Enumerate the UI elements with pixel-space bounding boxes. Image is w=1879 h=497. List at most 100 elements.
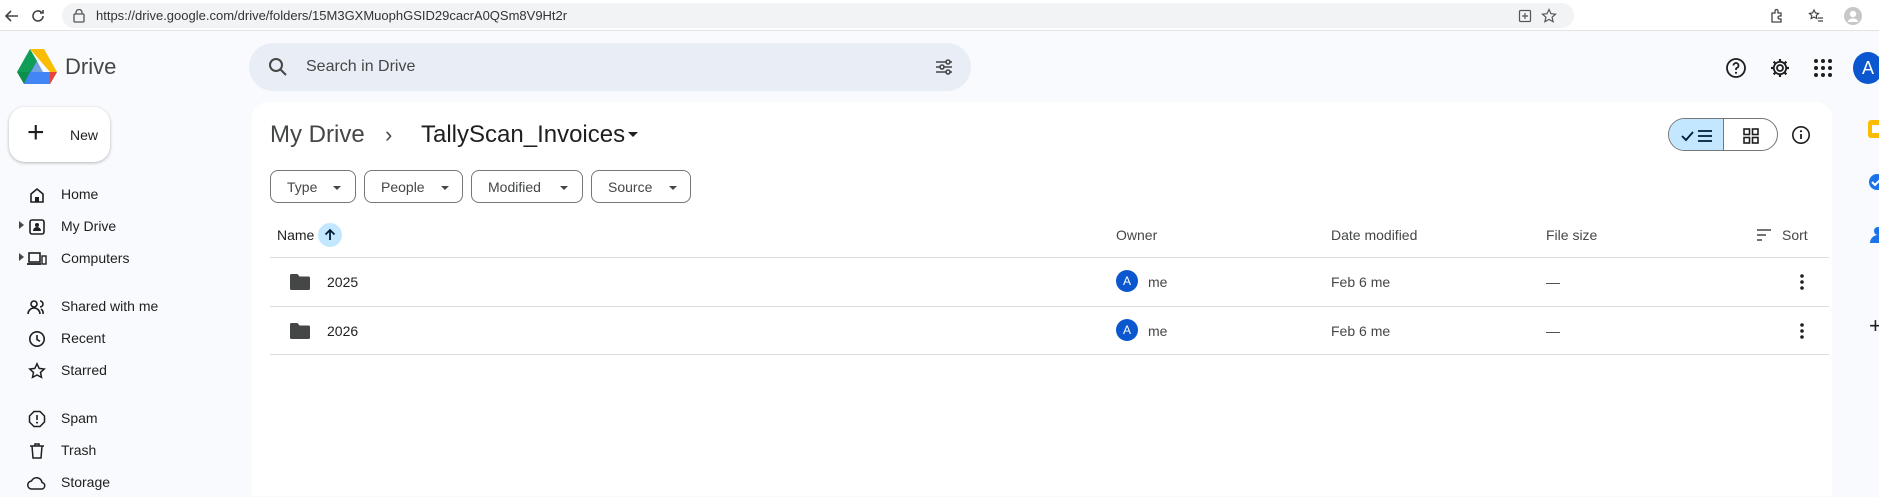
folder-menu-caret-icon[interactable] (628, 132, 638, 137)
grid-view-button[interactable] (1724, 119, 1777, 150)
spam-icon (27, 409, 47, 429)
column-header-date-modified[interactable]: Date modified (1331, 227, 1417, 243)
search-options-icon[interactable] (933, 56, 955, 78)
sidebar-item-computers[interactable]: Computers (0, 243, 240, 273)
filter-chip-modified[interactable]: Modified (471, 170, 583, 203)
sort-button[interactable]: Sort (1756, 224, 1836, 246)
site-info-icon[interactable] (70, 7, 88, 25)
calendar-icon[interactable] (1868, 120, 1879, 138)
sidebar-item-label: Trash (61, 442, 97, 458)
my-drive-icon (27, 217, 47, 237)
new-button[interactable]: + New (9, 107, 110, 162)
sidebar-item-my-drive[interactable]: My Drive (0, 211, 240, 241)
sidebar-item-storage[interactable]: Storage (0, 467, 240, 497)
dropdown-arrow-icon (333, 186, 341, 190)
sidebar-item-label: Storage (61, 474, 111, 490)
file-size: — (1546, 274, 1560, 290)
row-divider (270, 354, 1829, 355)
breadcrumb-my-drive[interactable]: My Drive (270, 121, 365, 149)
sidebar-item-label: Computers (61, 250, 130, 266)
drive-logo[interactable] (17, 49, 57, 85)
favorites-icon[interactable] (1804, 4, 1828, 28)
sidebar-item-label: Starred (61, 362, 107, 378)
more-actions-icon[interactable] (1790, 319, 1814, 343)
file-size: — (1546, 323, 1560, 339)
filter-chip-label: Source (608, 179, 653, 195)
column-header-file-size[interactable]: File size (1546, 227, 1597, 243)
sort-ascending-arrow-icon[interactable] (318, 223, 342, 247)
star-icon (27, 361, 47, 381)
home-icon (27, 185, 47, 205)
profile-icon[interactable] (1841, 4, 1865, 28)
apps-grid-icon[interactable] (1811, 56, 1835, 80)
search-input[interactable]: Search in Drive (306, 58, 415, 76)
shared-icon (27, 297, 47, 317)
account-avatar[interactable]: A (1853, 52, 1879, 84)
browser-toolbar: https://drive.google.com/drive/folders/1… (0, 0, 1879, 31)
sidebar-item-spam[interactable]: Spam (0, 403, 240, 433)
column-header-owner[interactable]: Owner (1116, 227, 1157, 243)
side-panel: + (1848, 102, 1879, 496)
sidebar-item-label: My Drive (61, 218, 117, 234)
computers-icon (27, 249, 47, 269)
expand-arrow-icon[interactable] (19, 253, 24, 261)
breadcrumb-separator-icon: › (385, 122, 393, 147)
file-name[interactable]: 2026 (327, 323, 358, 339)
filter-chip-label: Type (287, 179, 318, 195)
sidebar-item-trash[interactable]: Trash (0, 435, 240, 465)
filter-chip-label: Modified (488, 179, 541, 195)
dropdown-arrow-icon (560, 186, 568, 190)
help-icon[interactable] (1724, 56, 1748, 80)
settings-gear-icon[interactable] (1768, 56, 1792, 80)
table-row[interactable]: 2026 A me Feb 6 me — (270, 307, 1829, 354)
filter-chip-source[interactable]: Source (591, 170, 691, 203)
extensions-icon[interactable] (1765, 4, 1789, 28)
new-button-label: New (70, 127, 99, 143)
sidebar-item-starred[interactable]: Starred (0, 355, 240, 385)
view-toggle (1668, 118, 1778, 151)
sidebar-item-home[interactable]: Home (0, 179, 240, 209)
file-name[interactable]: 2025 (327, 274, 358, 290)
app-install-icon[interactable] (1516, 7, 1534, 25)
clock-icon (27, 329, 47, 349)
filter-chip-type[interactable]: Type (270, 170, 356, 203)
filter-chip-people[interactable]: People (364, 170, 463, 203)
column-header-name[interactable]: Name (277, 227, 314, 243)
sidebar-item-recent[interactable]: Recent (0, 323, 240, 353)
dropdown-arrow-icon (441, 186, 449, 190)
date-modified: Feb 6 me (1331, 323, 1391, 339)
dropdown-arrow-icon (669, 186, 677, 190)
more-actions-icon[interactable] (1790, 270, 1814, 294)
owner-name: me (1148, 323, 1168, 339)
app-title[interactable]: Drive (65, 54, 116, 80)
bookmark-star-icon[interactable] (1540, 7, 1558, 25)
add-addon-icon[interactable]: + (1869, 315, 1879, 337)
sidebar-item-shared-with-me[interactable]: Shared with me (0, 291, 240, 321)
plus-icon: + (27, 116, 45, 149)
address-bar[interactable]: https://drive.google.com/drive/folders/1… (62, 3, 1574, 28)
sort-lines-icon (1757, 229, 1771, 241)
contacts-icon[interactable] (1870, 226, 1879, 244)
breadcrumb-current-folder[interactable]: TallyScan_Invoices (421, 121, 625, 149)
back-icon[interactable] (0, 4, 24, 28)
reload-icon[interactable] (26, 4, 50, 28)
trash-icon (27, 441, 47, 461)
tasks-icon[interactable] (1868, 173, 1879, 191)
table-row[interactable]: 2025 A me Feb 6 me — (270, 258, 1829, 305)
list-view-button[interactable] (1669, 119, 1724, 150)
cloud-icon (27, 473, 47, 493)
owner-name: me (1148, 274, 1168, 290)
owner-avatar: A (1116, 319, 1138, 341)
search-icon[interactable] (267, 56, 289, 78)
sidebar-item-label: Recent (61, 330, 106, 346)
owner-avatar: A (1116, 270, 1138, 292)
search-bar[interactable]: Search in Drive (249, 43, 971, 91)
sidebar-item-label: Spam (61, 410, 98, 426)
folder-icon (289, 273, 311, 291)
date-modified: Feb 6 me (1331, 274, 1391, 290)
info-icon[interactable] (1789, 123, 1813, 147)
expand-arrow-icon[interactable] (19, 221, 24, 229)
sort-label: Sort (1782, 227, 1808, 243)
filter-chip-label: People (381, 179, 425, 195)
sidebar-item-label: Shared with me (61, 298, 159, 314)
